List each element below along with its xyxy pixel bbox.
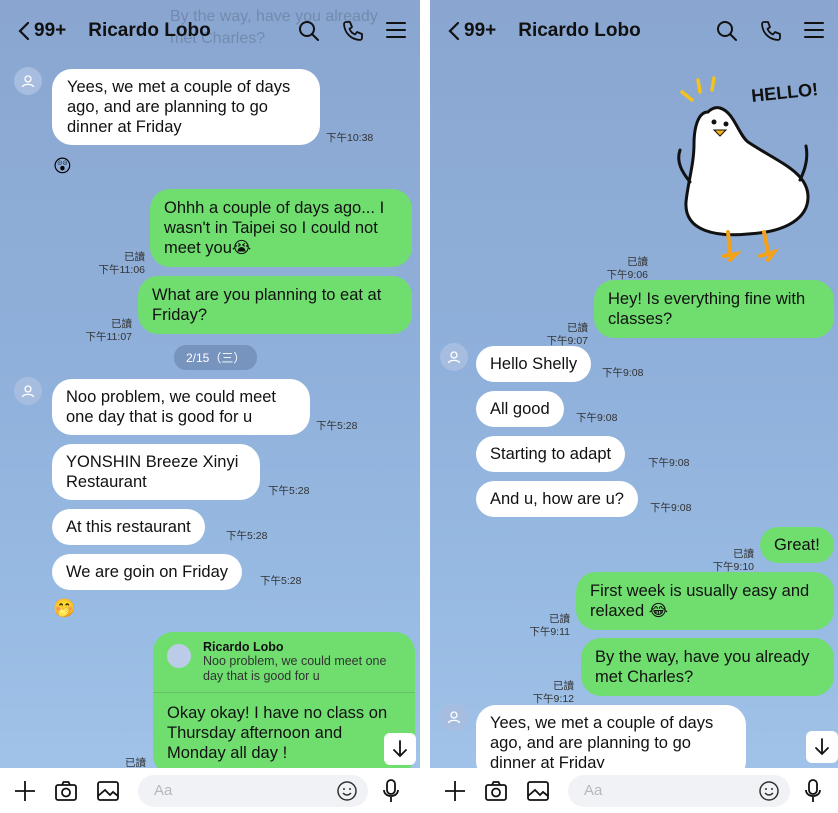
- chat-title: Ricardo Lobo: [518, 20, 641, 41]
- scroll-to-bottom-button[interactable]: [806, 731, 838, 763]
- message-text: YONSHIN Breeze Xinyi Restaurant: [52, 444, 260, 500]
- outgoing-reply-message[interactable]: Ricardo Lobo Noo problem, we could meet …: [153, 632, 415, 775]
- microphone-icon[interactable]: [382, 778, 400, 803]
- right-chat-screen: 99+ Ricardo Lobo HELLO! 已讀 下午9:06 已讀 下午9…: [430, 0, 838, 813]
- incoming-message[interactable]: Hello Shelly: [476, 346, 592, 382]
- left-chat-screen: By the way, have you already met Charles…: [0, 0, 420, 813]
- message-input-bar: Aa: [0, 768, 420, 813]
- message-text: What are you planning to eat at Friday?: [138, 276, 412, 334]
- incoming-message[interactable]: YONSHIN Breeze Xinyi Restaurant: [52, 444, 260, 500]
- duck-sticker-image: HELLO!: [677, 76, 819, 262]
- outgoing-message[interactable]: First week is usually easy and relaxed 😂: [576, 572, 834, 630]
- arrow-down-icon: [393, 740, 407, 758]
- message-text: Starting to adapt: [476, 436, 626, 472]
- message-text: Noo problem, we could meet one day that …: [52, 379, 310, 435]
- outgoing-message[interactable]: By the way, have you already met Charles…: [581, 638, 834, 696]
- message-text: At this restaurant: [52, 509, 205, 545]
- contact-avatar[interactable]: [14, 67, 42, 95]
- emoji-icon[interactable]: [336, 780, 358, 806]
- message-text: Yees, we met a couple of days ago, and a…: [52, 69, 320, 145]
- person-icon: [447, 711, 461, 724]
- message-time: 下午9:08: [602, 367, 644, 379]
- chat-header: 99+ Ricardo Lobo: [0, 0, 420, 62]
- phone-icon[interactable]: [760, 20, 782, 42]
- message-time: 下午5:28: [268, 485, 310, 497]
- outgoing-message[interactable]: Hey! Is everything fine with classes?: [594, 280, 834, 338]
- message-input-bar: Aa: [430, 768, 838, 813]
- message-text: First week is usually easy and relaxed 😂: [576, 572, 834, 630]
- message-time: 下午9:08: [576, 412, 618, 424]
- search-icon[interactable]: [298, 20, 320, 42]
- message-time: 下午5:28: [260, 575, 302, 587]
- message-text: Hello Shelly: [476, 346, 592, 382]
- date-separator: 2/15（三）: [174, 345, 258, 370]
- read-receipt: 已讀 下午11:07: [85, 318, 133, 343]
- chat-header: 99+ Ricardo Lobo: [430, 0, 838, 62]
- message-text: By the way, have you already met Charles…: [581, 638, 834, 696]
- incoming-message[interactable]: Noo problem, we could meet one day that …: [52, 379, 310, 435]
- message-time: 下午5:28: [226, 530, 268, 542]
- image-icon[interactable]: [96, 780, 120, 802]
- incoming-message[interactable]: At this restaurant: [52, 509, 205, 545]
- message-time: 下午9:08: [648, 457, 690, 469]
- input-placeholder: Aa: [584, 782, 603, 799]
- incoming-message[interactable]: All good: [476, 391, 564, 427]
- quoted-avatar: [167, 644, 191, 668]
- scroll-to-bottom-button[interactable]: [384, 733, 416, 765]
- quoted-sender: Ricardo Lobo: [203, 640, 284, 654]
- contact-avatar[interactable]: [440, 343, 468, 371]
- message-time: 下午10:38: [326, 132, 374, 144]
- search-icon[interactable]: [716, 20, 738, 42]
- message-input[interactable]: Aa: [138, 774, 368, 807]
- message-text: And u, how are u?: [476, 481, 638, 517]
- unread-count: 99+: [34, 20, 67, 41]
- read-receipt: 已讀 下午9:11: [529, 613, 570, 638]
- incoming-message[interactable]: Yees, we met a couple of days ago, and a…: [52, 69, 320, 145]
- outgoing-message[interactable]: What are you planning to eat at Friday?: [138, 276, 412, 334]
- person-icon: [447, 351, 461, 364]
- outgoing-message[interactable]: Great!: [760, 527, 834, 563]
- arrow-down-icon: [815, 738, 829, 756]
- chevron-left-icon: [18, 21, 30, 41]
- chat-title: Ricardo Lobo: [88, 20, 211, 41]
- quoted-text: Noo problem, we could meet one day that …: [203, 654, 387, 683]
- reaction-emoji[interactable]: 😲: [53, 156, 72, 177]
- message-text: All good: [476, 391, 564, 427]
- unread-count: 99+: [464, 20, 497, 41]
- contact-avatar[interactable]: [14, 377, 42, 405]
- contact-avatar[interactable]: [440, 703, 468, 731]
- incoming-message[interactable]: Starting to adapt: [476, 436, 626, 472]
- input-placeholder: Aa: [154, 782, 173, 799]
- emoji-icon[interactable]: [758, 780, 780, 806]
- chevron-left-icon: [448, 21, 460, 41]
- message-text: Ohhh a couple of days ago... I wasn't in…: [150, 189, 412, 267]
- phone-icon[interactable]: [342, 20, 364, 42]
- quoted-message[interactable]: Ricardo Lobo Noo problem, we could meet …: [153, 632, 415, 693]
- plus-icon[interactable]: [14, 780, 36, 802]
- camera-icon[interactable]: [54, 780, 78, 802]
- back-button[interactable]: 99+: [448, 20, 496, 42]
- message-time: 下午5:28: [316, 420, 358, 432]
- person-icon: [21, 75, 35, 88]
- sticker-text: HELLO!: [750, 79, 819, 106]
- incoming-message[interactable]: We are goin on Friday: [52, 554, 243, 590]
- image-icon[interactable]: [526, 780, 550, 802]
- outgoing-message[interactable]: Ohhh a couple of days ago... I wasn't in…: [150, 189, 412, 267]
- message-time: 下午9:08: [650, 502, 692, 514]
- hello-duck-sticker[interactable]: HELLO!: [668, 72, 838, 277]
- incoming-message[interactable]: And u, how are u?: [476, 481, 638, 517]
- reaction-emoji[interactable]: 🤭: [53, 598, 75, 619]
- menu-icon[interactable]: [804, 20, 824, 42]
- camera-icon[interactable]: [484, 780, 508, 802]
- menu-icon[interactable]: [386, 20, 406, 42]
- message-input[interactable]: Aa: [568, 774, 790, 807]
- message-text: Okay okay! I have no class on Thursday a…: [153, 693, 402, 775]
- message-text: Hey! Is everything fine with classes?: [594, 280, 834, 338]
- message-text: We are goin on Friday: [52, 554, 243, 590]
- microphone-icon[interactable]: [804, 778, 822, 803]
- back-button[interactable]: 99+: [18, 20, 66, 42]
- plus-icon[interactable]: [444, 780, 466, 802]
- message-text: Great!: [760, 527, 834, 563]
- person-icon: [21, 385, 35, 398]
